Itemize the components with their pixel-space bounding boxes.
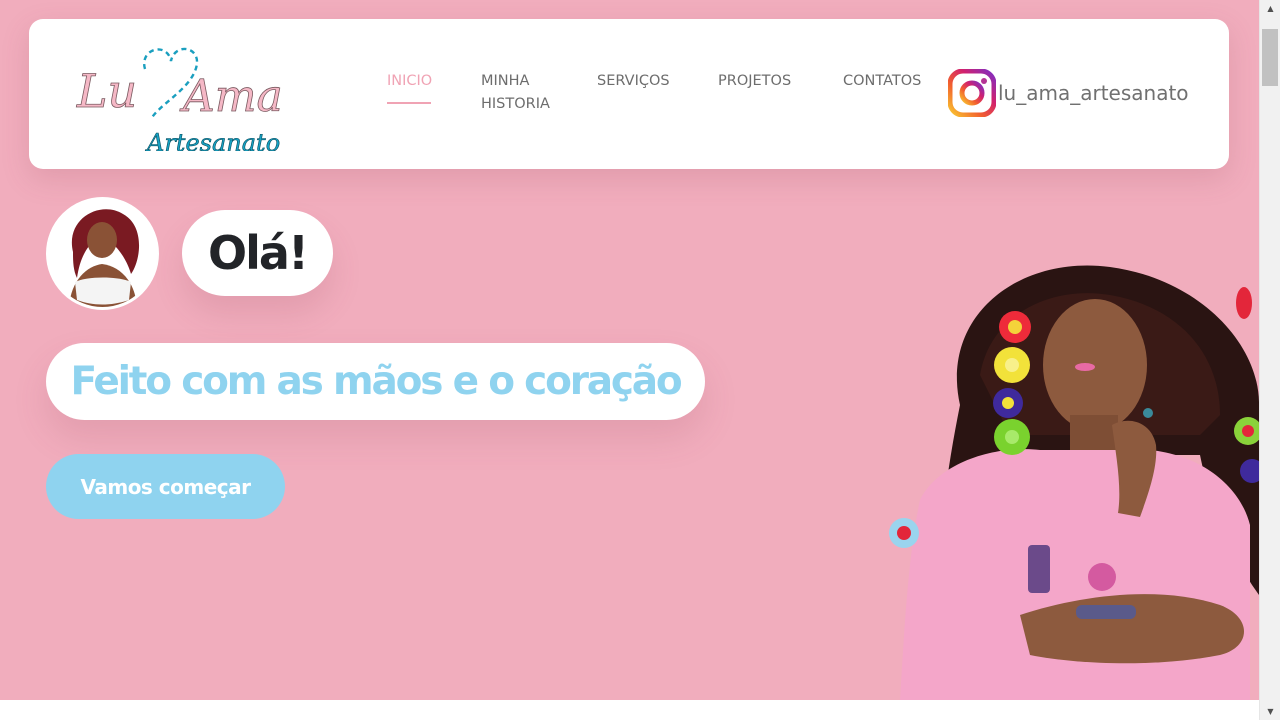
avatar-photo: [49, 200, 156, 307]
hero-tagline: Feito com as mãos e o coração: [46, 343, 705, 420]
instagram-link[interactable]: lu_ama_artesanato: [948, 69, 1189, 117]
logo-ama: Ama: [179, 71, 283, 122]
nav-item-contatos[interactable]: CONTATOS: [843, 70, 921, 93]
hero-photo-graphic: [889, 265, 1259, 700]
vertical-scrollbar[interactable]: ▲ ▼: [1259, 0, 1280, 720]
scroll-up-icon[interactable]: ▲: [1260, 0, 1280, 17]
start-button[interactable]: Vamos começar: [46, 454, 285, 519]
next-section-edge: [0, 700, 1259, 720]
nav-item-projetos[interactable]: PROJETOS: [718, 70, 791, 93]
nav-item-minha-historia[interactable]: MINHA HISTORIA: [481, 70, 561, 116]
avatar: [46, 197, 159, 310]
hero-photo: [880, 255, 1259, 700]
greeting-bubble: Olá!: [182, 210, 333, 296]
instagram-handle: lu_ama_artesanato: [998, 81, 1189, 105]
brand-logo[interactable]: Lu Ama Artesanato: [75, 39, 287, 157]
logo-artesanato: Artesanato: [145, 129, 280, 151]
nav-item-servicos[interactable]: SERVIÇOS: [597, 70, 670, 93]
logo-lu: Lu: [76, 64, 137, 118]
site-header: Lu Ama Artesanato INICIO MINHA HISTORIA …: [29, 19, 1229, 169]
instagram-icon: [948, 69, 996, 117]
brand-logo-graphic: Lu Ama Artesanato: [76, 47, 283, 157]
hero-section: Lu Ama Artesanato INICIO MINHA HISTORIA …: [0, 0, 1259, 700]
scrollbar-thumb[interactable]: [1262, 29, 1278, 86]
nav-item-inicio[interactable]: INICIO: [387, 70, 432, 104]
scroll-down-icon[interactable]: ▼: [1260, 703, 1280, 720]
